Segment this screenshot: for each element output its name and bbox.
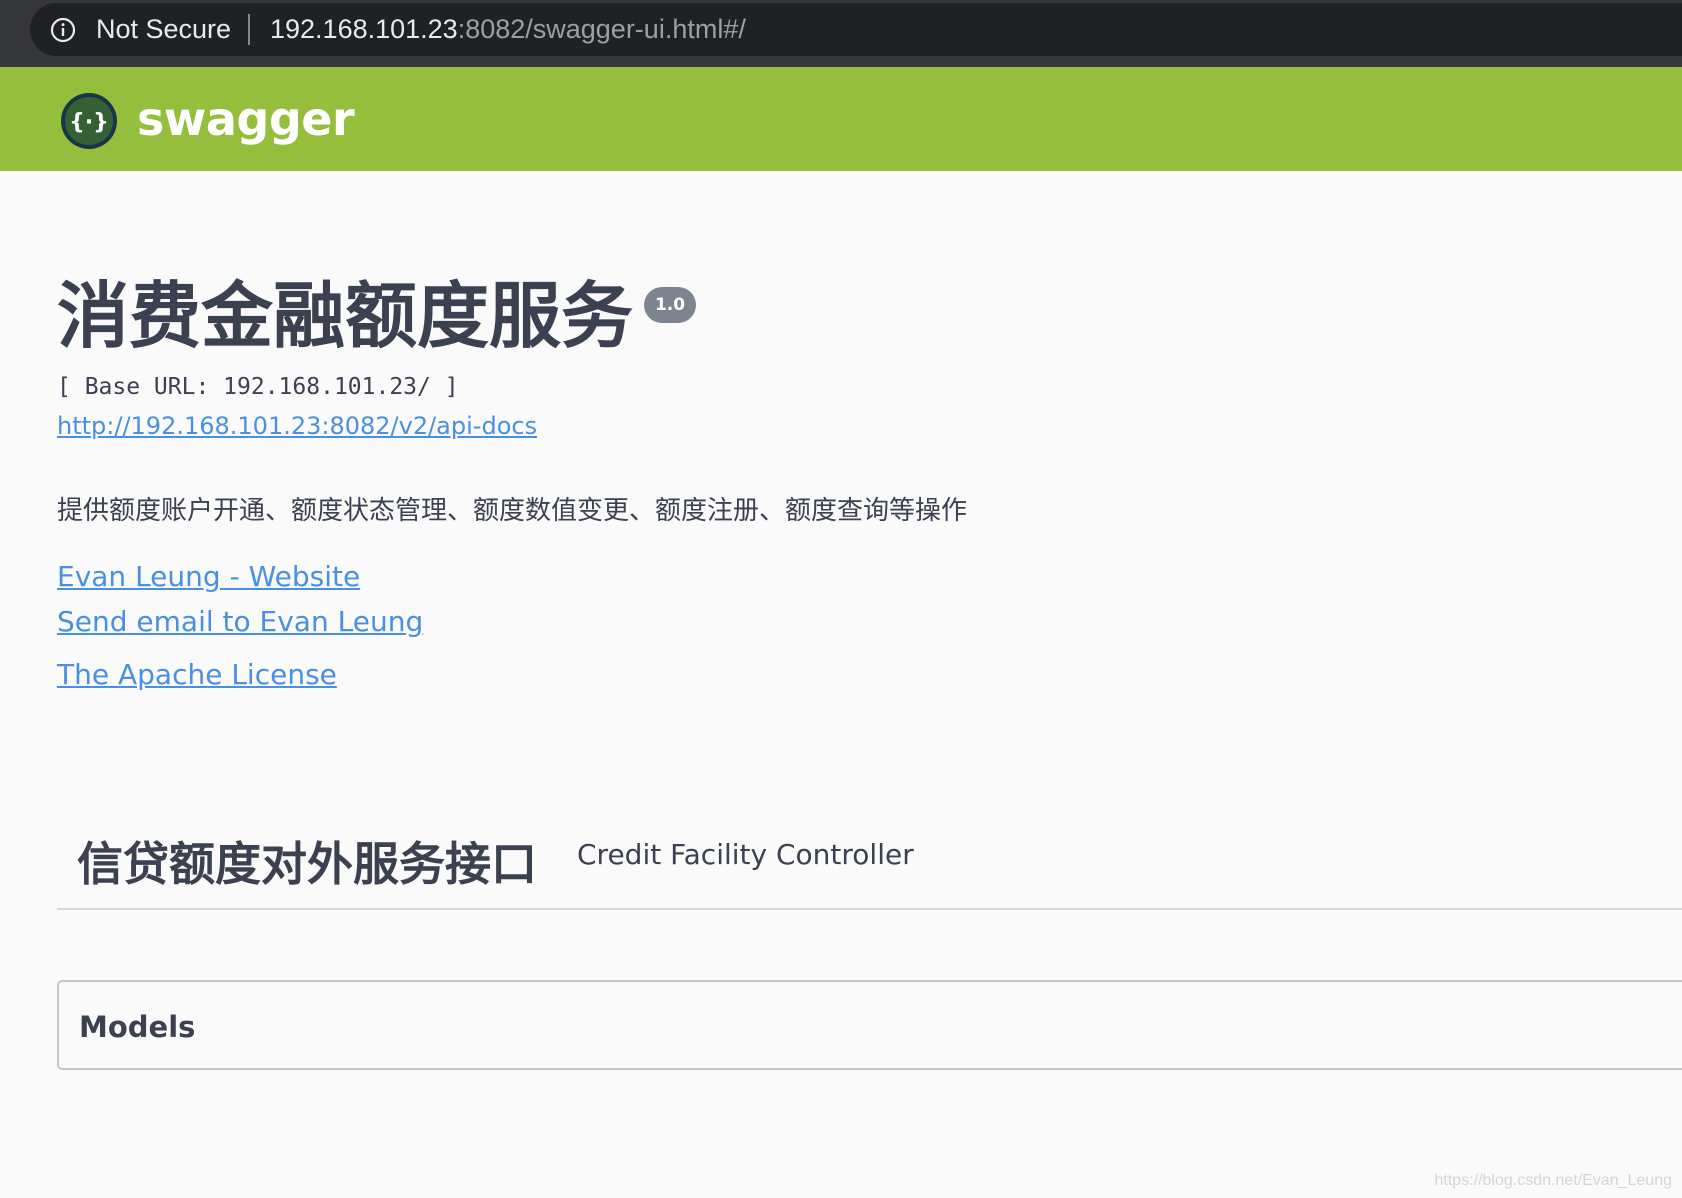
contact-website-link[interactable]: Evan Leung - Website — [57, 560, 360, 593]
info-icon[interactable] — [50, 17, 76, 43]
url-text[interactable]: 192.168.101.23:8082/swagger-ui.html#/ — [270, 14, 746, 45]
tag-section-header[interactable]: 信贷额度对外服务接口 Credit Facility Controller — [57, 820, 1682, 910]
address-divider — [248, 14, 250, 45]
models-title[interactable]: Models — [79, 1010, 195, 1044]
security-status[interactable]: Not Secure — [96, 14, 231, 45]
svg-text:{·}: {·} — [69, 110, 109, 135]
swagger-wordmark[interactable]: swagger — [137, 92, 355, 146]
browser-toolbar: Not Secure 192.168.101.23:8082/swagger-u… — [0, 0, 1682, 67]
contact-email-link[interactable]: Send email to Evan Leung — [57, 605, 423, 638]
url-host: 192.168.101.23 — [270, 14, 458, 44]
swagger-logo-icon[interactable]: {·} — [60, 92, 118, 150]
tag-title[interactable]: 信贷额度对外服务接口 — [77, 828, 537, 894]
models-section[interactable]: Models — [57, 980, 1682, 1070]
watermark: https://blog.csdn.net/Evan_Leung — [1434, 1172, 1672, 1189]
api-description: 提供额度账户开通、额度状态管理、额度数值变更、额度注册、额度查询等操作 — [57, 496, 968, 526]
license-link[interactable]: The Apache License — [57, 658, 337, 691]
api-title: 消费金融额度服务 — [57, 274, 634, 358]
base-url: [ Base URL: 192.168.101.23/ ] — [57, 374, 459, 400]
address-bar[interactable]: Not Secure 192.168.101.23:8082/swagger-u… — [30, 3, 1682, 56]
version-badge: 1.0 — [644, 287, 696, 323]
api-docs-link[interactable]: http://192.168.101.23:8082/v2/api-docs — [57, 412, 537, 440]
swagger-topbar: {·} swagger — [0, 67, 1682, 171]
url-path: :8082/swagger-ui.html#/ — [457, 14, 746, 44]
tag-description: Credit Facility Controller — [577, 838, 914, 871]
